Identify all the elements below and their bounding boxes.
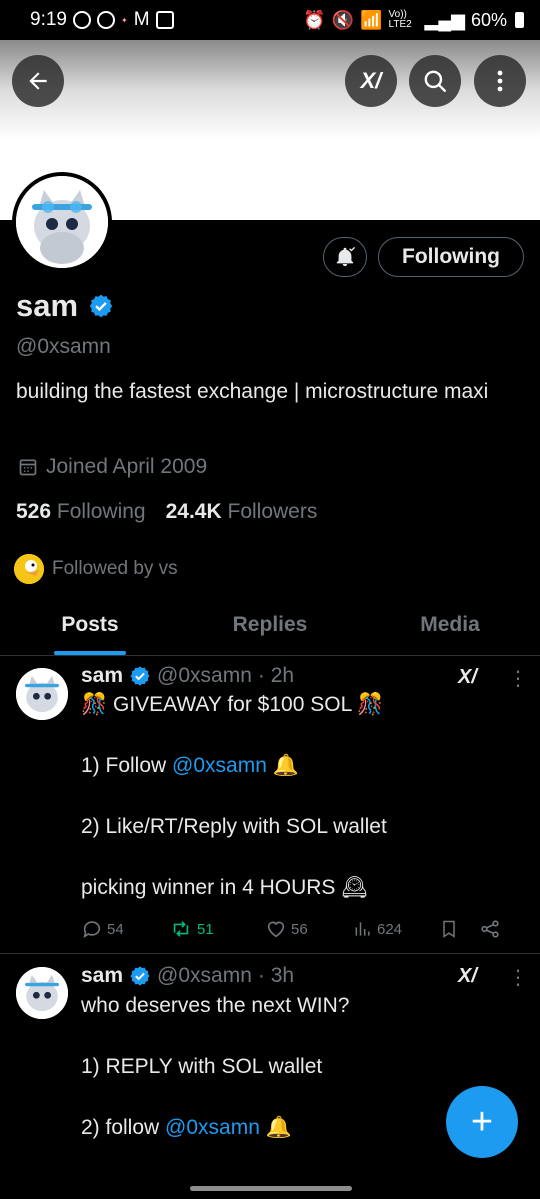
verified-badge-icon: [130, 666, 150, 686]
wifi-icon: 📶: [360, 9, 383, 30]
followers-count-link[interactable]: 24.4K Followers: [166, 500, 318, 524]
tab-replies[interactable]: Replies: [180, 600, 360, 655]
tweet-line: picking winner in 4 HOURS 🕰: [81, 876, 368, 899]
views-button[interactable]: 624: [353, 919, 439, 939]
more-vertical-icon: [497, 70, 503, 92]
tweet-more-icon[interactable]: ⋮: [508, 965, 528, 990]
grok-icon[interactable]: X/: [458, 666, 477, 689]
tweet-timestamp[interactable]: · 2h: [258, 664, 294, 688]
tweet-line: who deserves the next WIN?: [81, 994, 350, 1017]
battery-icon: [515, 12, 524, 28]
mention-link[interactable]: @0xsamn: [165, 1116, 260, 1139]
tweet-line: 1) REPLY with SOL wallet: [81, 1055, 323, 1078]
bell-check-icon: [336, 246, 356, 267]
tweet-line: 2) Like/RT/Reply with SOL wallet: [81, 815, 387, 838]
verified-badge-icon: [130, 966, 150, 986]
instagram-icon: [72, 11, 91, 29]
compose-post-button[interactable]: +: [446, 1086, 518, 1158]
tweet-author-handle[interactable]: @0xsamn: [157, 664, 252, 688]
home-indicator[interactable]: [190, 1186, 352, 1191]
app-notification-icon: [96, 11, 115, 29]
like-button[interactable]: 56: [265, 918, 353, 940]
profile-name: sam: [16, 288, 79, 323]
status-bar: 9:19 ✦ M ⏰ 🔇 📶 Vo)) LTE2 ▂▄▆ 60%: [0, 0, 540, 40]
tweet-more-icon[interactable]: ⋮: [508, 666, 528, 691]
tweet-avatar[interactable]: [16, 967, 68, 1019]
profile-avatar[interactable]: [12, 172, 112, 272]
share-button[interactable]: [479, 918, 501, 940]
verified-badge-icon[interactable]: [88, 293, 114, 319]
cat-avatar-icon: [16, 668, 68, 720]
arrow-left-icon: [29, 72, 47, 90]
search-icon: [424, 70, 446, 92]
joined-date: Joined April 2009: [46, 455, 208, 478]
mute-icon: 🔇: [331, 9, 355, 30]
followed-by-text: Followed by vs: [52, 558, 178, 579]
search-button[interactable]: [409, 55, 461, 107]
mention-link[interactable]: @0xsamn: [172, 754, 267, 777]
bookmark-icon: [443, 920, 455, 938]
reply-icon: [83, 921, 101, 939]
profile-bio: building the fastest exchange | microstr…: [16, 380, 489, 403]
profile-tabs: Posts Replies Media: [0, 600, 540, 656]
tweet-header: sam @0xsamn · 2h: [81, 664, 294, 688]
repost-button[interactable]: 51: [169, 918, 265, 940]
follow-counts: 526 Following 24.4K Followers: [16, 500, 317, 524]
tab-posts[interactable]: Posts: [0, 600, 180, 655]
following-button[interactable]: Following: [378, 237, 524, 277]
tweet-author-handle[interactable]: @0xsamn: [157, 964, 252, 988]
battery-label: 60%: [470, 9, 507, 30]
status-time: 9:19: [30, 9, 67, 30]
tweet-author-name[interactable]: sam: [81, 664, 123, 688]
tweet-actions: 54 51 56 624: [81, 918, 521, 940]
followed-by-row[interactable]: Followed by vs: [14, 554, 178, 584]
tweet-line: 1) Follow @0xsamn 🔔: [81, 754, 299, 777]
network-label: Vo)) LTE2: [388, 9, 412, 30]
tab-media[interactable]: Media: [360, 600, 540, 655]
tweet-line: 🎊 GIVEAWAY for $100 SOL 🎊: [81, 693, 384, 716]
views-chart-icon: [355, 922, 370, 936]
plus-icon: +: [470, 1100, 494, 1143]
follower-avatar: [14, 554, 44, 584]
cat-avatar-icon: [16, 967, 68, 1019]
alarm-icon: ⏰: [303, 9, 326, 30]
cat-avatar-icon: [16, 176, 108, 268]
repost-icon: [173, 921, 189, 937]
following-count-link[interactable]: 526 Following: [16, 500, 146, 524]
share-icon: [481, 920, 499, 938]
more-options-button[interactable]: [474, 55, 526, 107]
profile-name-row: sam: [16, 288, 114, 324]
tweet-author-name[interactable]: sam: [81, 964, 123, 988]
notifications-bell-button[interactable]: [323, 237, 367, 277]
heart-icon: [267, 921, 285, 938]
profile-handle: @0xsamn: [16, 335, 111, 358]
gmail-icon: M: [133, 9, 150, 30]
tweet-divider: [0, 953, 540, 954]
back-button[interactable]: [12, 55, 64, 107]
calendar-icon: [19, 459, 37, 476]
grok-icon: X/: [360, 68, 382, 93]
tweet-timestamp[interactable]: · 3h: [258, 964, 294, 988]
bookmark-button[interactable]: [439, 918, 479, 940]
grok-button[interactable]: X/: [345, 55, 397, 107]
grok-icon[interactable]: X/: [458, 965, 477, 988]
joined-date-row: Joined April 2009: [18, 455, 207, 479]
tweet-avatar[interactable]: [16, 668, 68, 720]
signal-icon: ▂▄▆: [424, 9, 465, 30]
tweet-header: sam @0xsamn · 3h: [81, 964, 294, 988]
gallery-icon: [155, 11, 174, 29]
tweet-text: 🎊 GIVEAWAY for $100 SOL 🎊 1) Follow @0xs…: [81, 690, 521, 903]
reply-button[interactable]: 54: [81, 918, 169, 940]
app-logo-icon: ✦: [120, 15, 128, 25]
